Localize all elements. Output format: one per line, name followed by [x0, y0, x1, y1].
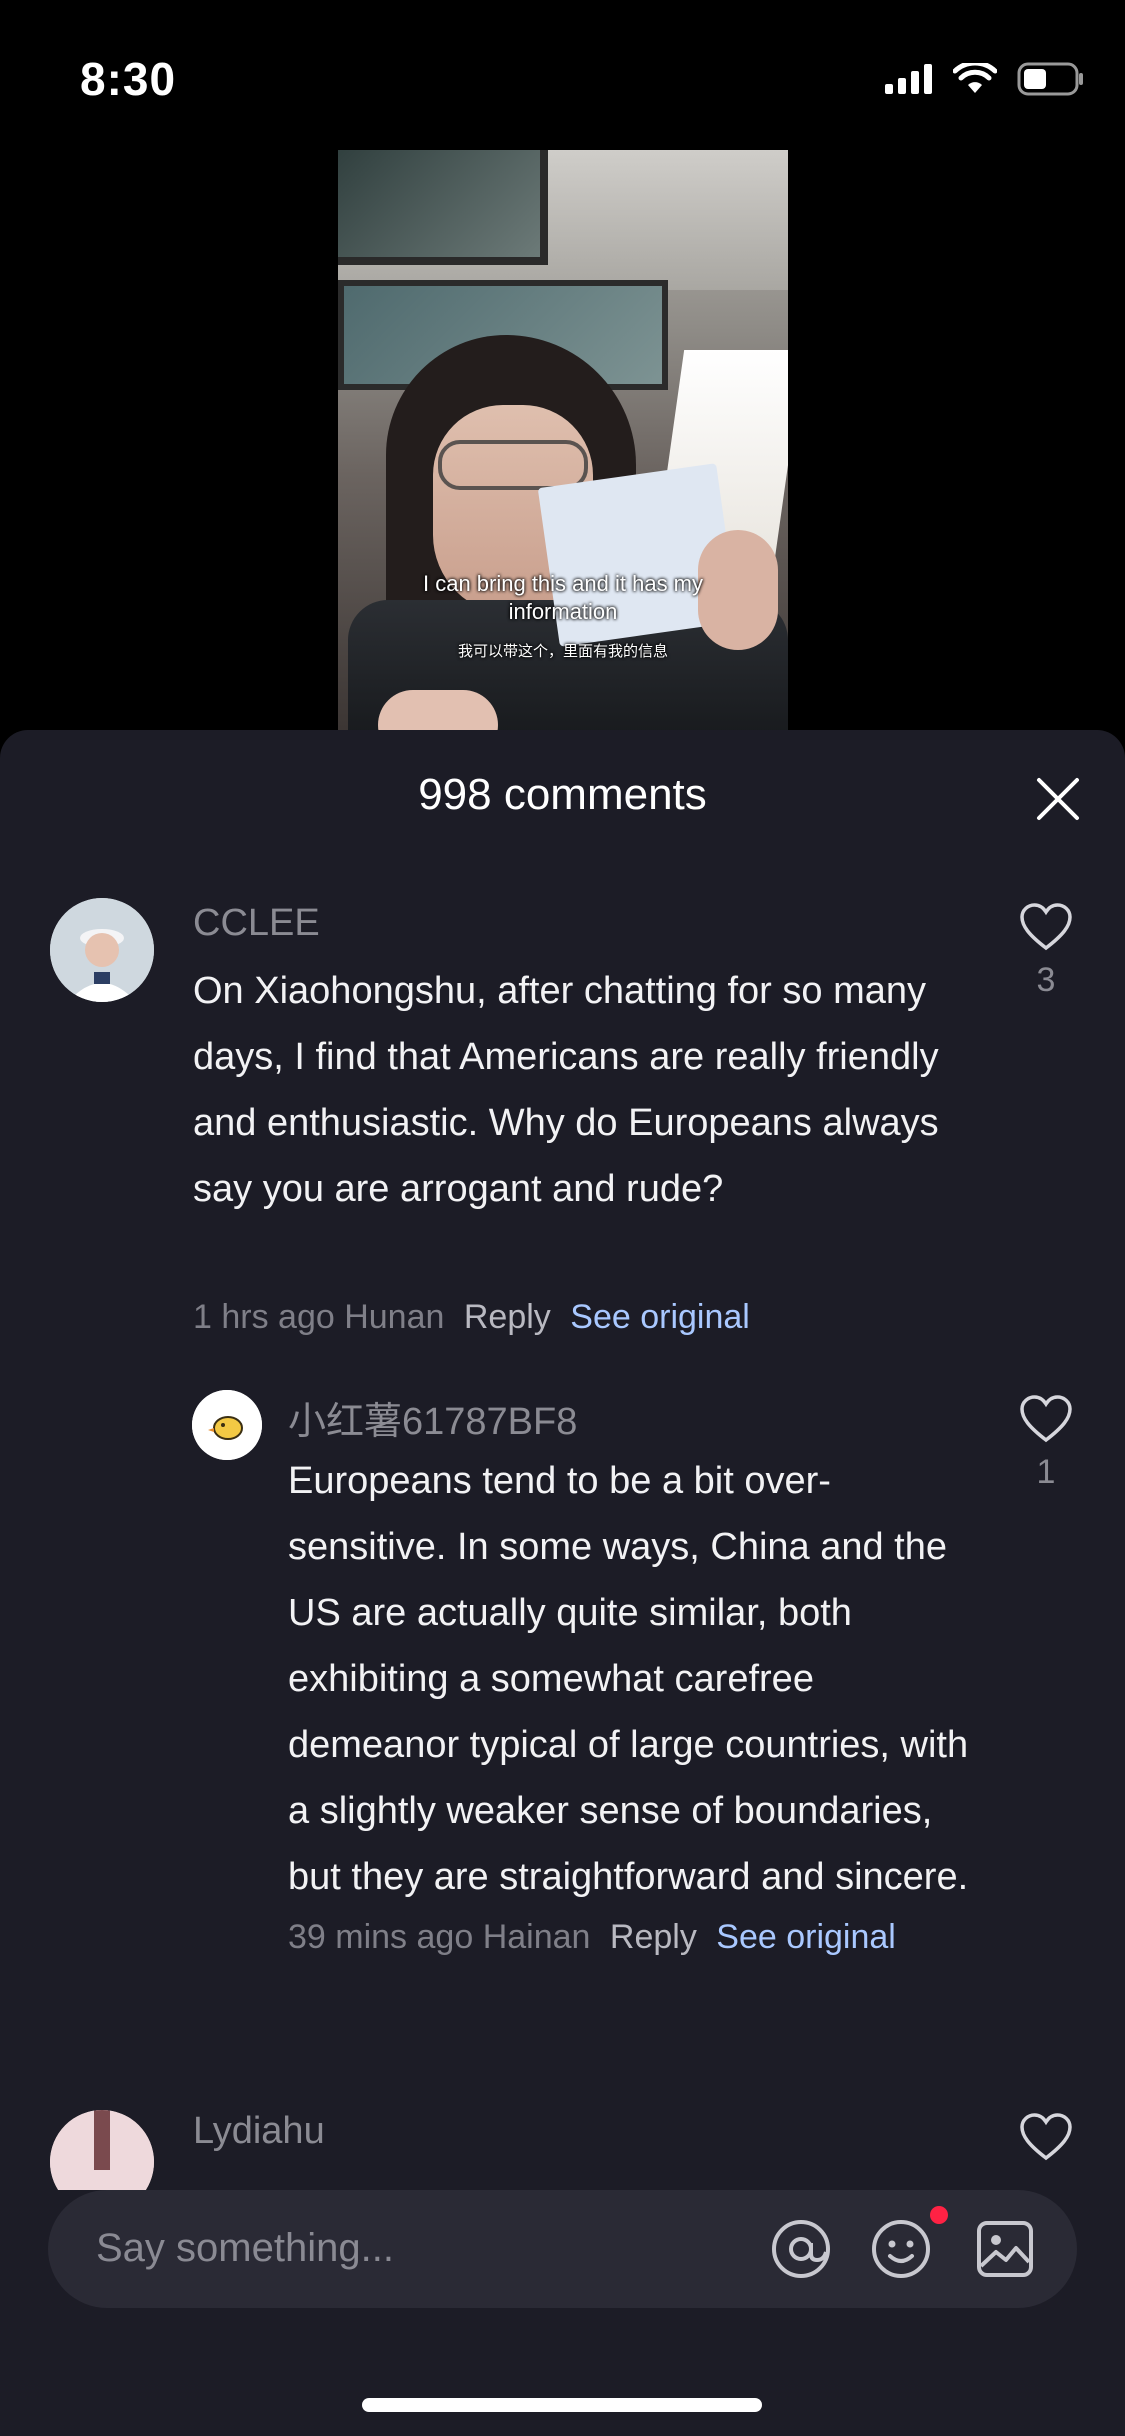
avatar[interactable] [50, 898, 154, 1002]
mention-icon[interactable] [770, 2218, 832, 2280]
see-original-link[interactable]: See original [570, 1298, 750, 1336]
comment-text: Europeans tend to be a bit over-sensitiv… [288, 1460, 969, 1898]
avatar-bird-icon [192, 1390, 262, 1460]
like-button[interactable] [1016, 2112, 1076, 2167]
heart-icon [1020, 1395, 1072, 1443]
status-bar: 8:30 [0, 0, 1125, 150]
heart-icon [1020, 903, 1072, 951]
avatar-photo-icon [50, 2110, 154, 2190]
comment-input-bar[interactable]: Say something... [48, 2190, 1077, 2308]
heart-icon [1020, 2113, 1072, 2161]
comments-sheet: 998 comments CCLEE On Xiaohongshu, after… [0, 730, 1125, 2436]
video-caption-chinese: 我可以带这个，里面有我的信息 [457, 643, 668, 660]
avatar[interactable] [192, 1390, 262, 1460]
comment-meta: 1 hrs ago Hunan Reply See original [193, 1298, 750, 1337]
status-time: 8:30 [80, 53, 177, 105]
status-icons [885, 62, 1085, 96]
comment-input[interactable]: Say something... [96, 2226, 394, 2271]
video-sunroof [338, 150, 548, 265]
avatar[interactable] [50, 2110, 154, 2190]
comment-meta: 39 mins ago Hainan Reply See original [288, 1918, 896, 1957]
see-original-link[interactable]: See original [716, 1918, 896, 1956]
reply-button[interactable]: Reply [610, 1918, 697, 1956]
comment-time: 1 hrs ago [193, 1298, 335, 1336]
comment-item: CCLEE On Xiaohongshu, after chatting for… [0, 730, 1125, 1370]
home-indicator[interactable] [362, 2398, 762, 2412]
comment-username[interactable]: CCLEE [193, 902, 320, 945]
like-button[interactable]: 1 [1016, 1394, 1076, 1492]
video-person-glasses [438, 440, 588, 490]
screen: 8:30 I can bring this and it has my info… [0, 0, 1125, 2436]
cellular-signal-icon [885, 64, 932, 94]
image-icon[interactable] [974, 2218, 1036, 2280]
like-count: 1 [1036, 1453, 1056, 1491]
like-button[interactable]: 3 [1016, 902, 1076, 1000]
reply-comment-item: 小红薯61787BF8 Europeans tend to be a bit o… [0, 1370, 1125, 2070]
like-count: 3 [1036, 961, 1056, 999]
reply-button[interactable]: Reply [464, 1298, 551, 1336]
emoji-notification-dot [930, 2206, 948, 2224]
video-player[interactable]: I can bring this and it has my informati… [338, 150, 788, 740]
comment-text: On Xiaohongshu, after chatting for so ma… [193, 970, 939, 1210]
comment-time: 39 mins ago [288, 1918, 474, 1956]
comment-username[interactable]: Lydiahu [193, 2110, 325, 2153]
wifi-icon [953, 63, 997, 93]
battery-icon [1017, 62, 1083, 96]
video-caption-english: I can bring this and it has my informati… [422, 571, 704, 624]
comment-location: Hainan [482, 1918, 591, 1956]
emoji-icon[interactable] [870, 2218, 932, 2280]
comment-username[interactable]: 小红薯61787BF8 [288, 1390, 577, 1445]
avatar-photo-icon [50, 898, 154, 1002]
comment-item: Lydiahu [0, 2110, 1125, 2190]
comment-location: Hunan [344, 1298, 445, 1336]
